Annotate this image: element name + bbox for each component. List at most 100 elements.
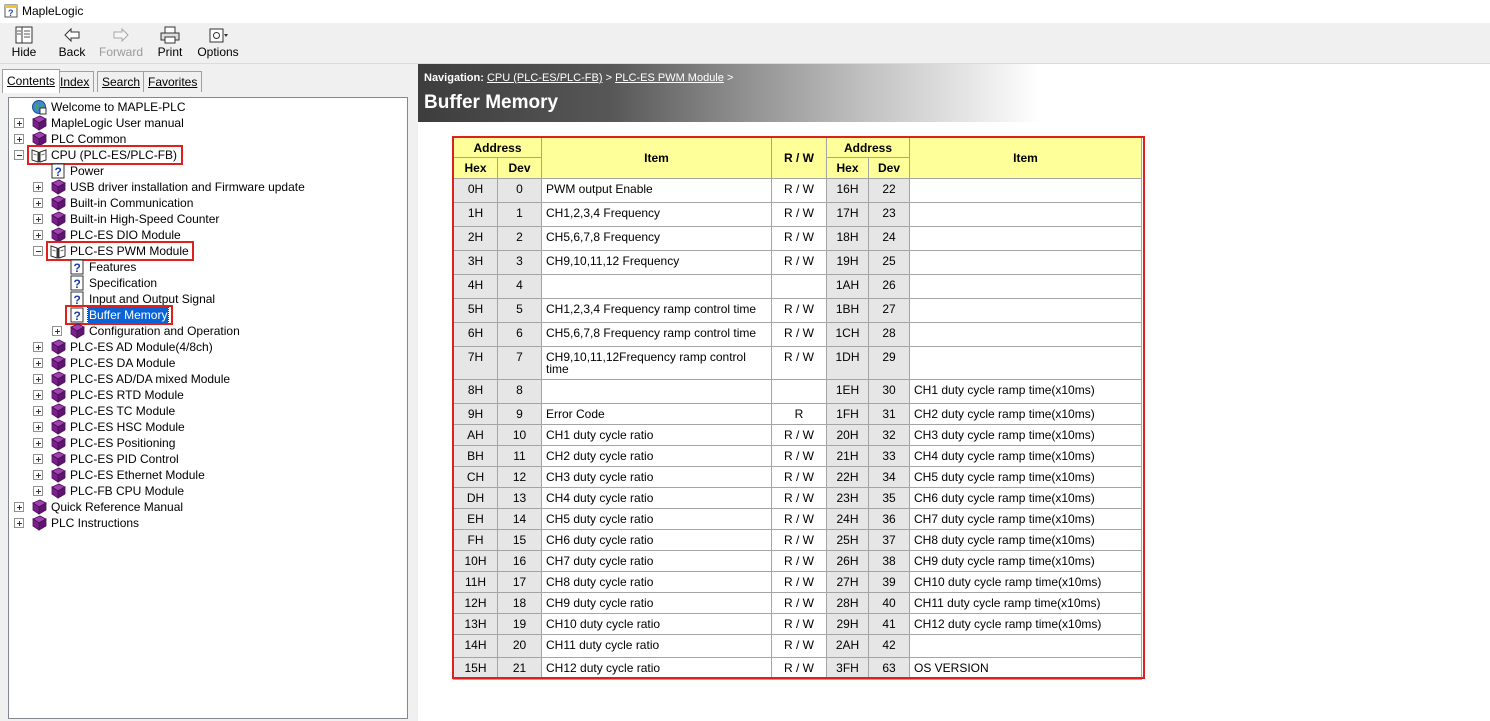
- tree-item-buffer-memory[interactable]: ? Buffer Memory: [9, 306, 405, 324]
- dev-cell: 38: [868, 550, 910, 572]
- hex-cell: 10H: [453, 550, 498, 572]
- tree-item-plc-es-ad-module-4-8ch[interactable]: PLC-ES AD Module(4/8ch): [9, 339, 405, 355]
- expand-plus-icon[interactable]: [33, 374, 43, 384]
- tree-item-label: Buffer Memory: [86, 306, 170, 324]
- dev-cell: 10: [497, 424, 542, 446]
- tree-item-plc-instructions[interactable]: PLC Instructions: [9, 515, 405, 531]
- book-icon: [31, 499, 47, 515]
- tree-item-plc-es-hsc-module[interactable]: PLC-ES HSC Module: [9, 419, 405, 435]
- pane-splitter[interactable]: [410, 64, 418, 721]
- expand-plus-icon[interactable]: [33, 230, 43, 240]
- tree-item-plc-common[interactable]: PLC Common: [9, 131, 405, 147]
- tree-item-plc-es-dio-module[interactable]: PLC-ES DIO Module: [9, 227, 405, 243]
- rw-cell: R / W: [771, 487, 827, 509]
- print-button[interactable]: Print: [146, 25, 194, 61]
- tree-item-plc-fb-cpu-module[interactable]: PLC-FB CPU Module: [9, 483, 405, 499]
- tree-item-quick-reference-manual[interactable]: Quick Reference Manual: [9, 499, 405, 515]
- hex-cell: 13H: [453, 613, 498, 635]
- expand-plus-icon[interactable]: [33, 422, 43, 432]
- hex-cell: 7H: [453, 346, 498, 380]
- expand-plus-icon[interactable]: [14, 502, 24, 512]
- hex-cell: DH: [453, 487, 498, 509]
- rw-cell: R / W: [771, 634, 827, 658]
- expand-plus-icon[interactable]: [33, 486, 43, 496]
- item-cell: CH7 duty cycle ramp time(x10ms): [909, 508, 1142, 530]
- tab-search[interactable]: Search: [97, 71, 146, 92]
- breadcrumb-link-cpu[interactable]: CPU (PLC-ES/PLC-FB): [487, 72, 603, 84]
- tree-item-plc-es-ethernet-module[interactable]: PLC-ES Ethernet Module: [9, 467, 405, 483]
- expand-plus-icon[interactable]: [33, 358, 43, 368]
- expand-plus-icon[interactable]: [33, 182, 43, 192]
- expand-plus-icon[interactable]: [14, 134, 24, 144]
- dev-cell: 12: [497, 466, 542, 488]
- expand-plus-icon[interactable]: [14, 518, 24, 528]
- dev-header: Dev: [868, 157, 910, 179]
- options-button[interactable]: Options: [194, 25, 242, 61]
- arrow-left-icon: [64, 27, 80, 43]
- tree-item-input-and-output-signal[interactable]: ? Input and Output Signal: [9, 291, 405, 307]
- dev-cell: 35: [868, 487, 910, 509]
- hex-cell: AH: [453, 424, 498, 446]
- svg-text:?: ?: [74, 261, 81, 275]
- tree-item-power[interactable]: ? Power: [9, 163, 405, 179]
- tree-item-built-in-communication[interactable]: Built-in Communication: [9, 195, 405, 211]
- hide-button[interactable]: Hide: [0, 25, 48, 61]
- tree-item-plc-es-pwm-module[interactable]: PLC-ES PWM Module: [9, 243, 405, 259]
- item-cell: CH1 duty cycle ramp time(x10ms): [909, 379, 1142, 404]
- hex-cell: 1DH: [826, 346, 869, 380]
- tree-item-plc-es-rtd-module[interactable]: PLC-ES RTD Module: [9, 387, 405, 403]
- tree-item-built-in-high-speed-counter[interactable]: Built-in High-Speed Counter: [9, 211, 405, 227]
- expand-plus-icon[interactable]: [33, 214, 43, 224]
- tree-item-cpu-plc-es-plc-fb[interactable]: CPU (PLC-ES/PLC-FB): [9, 147, 405, 163]
- contents-tree[interactable]: Welcome to MAPLE-PLC MapleLogic User manu…: [8, 97, 408, 719]
- tree-item-label: PLC-ES RTD Module: [70, 388, 184, 402]
- expand-plus-icon[interactable]: [33, 438, 43, 448]
- item-cell: [909, 298, 1142, 323]
- tree-item-label: PLC-ES AD/DA mixed Module: [70, 372, 231, 386]
- breadcrumb-link-pwm-module[interactable]: PLC-ES PWM Module: [615, 72, 724, 84]
- tree-item-label: Power: [70, 164, 105, 178]
- tab-favorites-label: Favorites: [148, 75, 198, 89]
- item-cell: CH5 duty cycle ramp time(x10ms): [909, 466, 1142, 488]
- dev-cell: 24: [868, 226, 910, 251]
- expand-plus-icon[interactable]: [33, 198, 43, 208]
- item-cell: OS VERSION: [909, 657, 1142, 680]
- tree-item-specification[interactable]: ? Specification: [9, 275, 405, 291]
- book-icon: [50, 371, 66, 387]
- expand-plus-icon[interactable]: [14, 118, 24, 128]
- tab-index[interactable]: Index: [55, 71, 95, 92]
- tree-item-usb-driver-installation-and-firmware-update[interactable]: USB driver installation and Firmware upd…: [9, 179, 405, 195]
- tab-favorites[interactable]: Favorites: [143, 71, 203, 92]
- tree-item-plc-es-tc-module[interactable]: PLC-ES TC Module: [9, 403, 405, 419]
- tree-item-maplelogic-user-manual[interactable]: MapleLogic User manual: [9, 115, 405, 131]
- dev-cell: 21: [497, 657, 542, 680]
- forward-button[interactable]: Forward: [97, 25, 145, 61]
- expand-plus-icon[interactable]: [52, 326, 62, 336]
- expand-plus-icon[interactable]: [33, 454, 43, 464]
- table-row: EH 14 CH5 duty cycle ratio R / W 24H 36 CH7 du…: [453, 508, 1142, 530]
- hex-cell: 21H: [826, 445, 869, 467]
- collapse-minus-icon[interactable]: [14, 150, 24, 160]
- expand-plus-icon[interactable]: [33, 470, 43, 480]
- breadcrumb: Navigation: CPU (PLC-ES/PLC-FB) > PLC-ES…: [424, 72, 733, 84]
- collapse-minus-icon[interactable]: [33, 246, 43, 256]
- expand-plus-icon[interactable]: [33, 406, 43, 416]
- dev-cell: 9: [497, 403, 542, 425]
- expand-plus-icon[interactable]: [33, 390, 43, 400]
- rw-cell: R / W: [771, 445, 827, 467]
- rw-cell: R / W: [771, 346, 827, 380]
- tree-item-plc-es-pid-control[interactable]: PLC-ES PID Control: [9, 451, 405, 467]
- tree-item-plc-es-positioning[interactable]: PLC-ES Positioning: [9, 435, 405, 451]
- hex-cell: 5H: [453, 298, 498, 323]
- item-cell: CH12 duty cycle ratio: [541, 657, 772, 680]
- expand-plus-icon[interactable]: [33, 342, 43, 352]
- tab-contents[interactable]: Contents: [2, 69, 61, 93]
- book-icon: [50, 339, 66, 355]
- hex-cell: 11H: [453, 571, 498, 593]
- tree-item-plc-es-da-module[interactable]: PLC-ES DA Module: [9, 355, 405, 371]
- tree-item-configuration-and-operation[interactable]: Configuration and Operation: [9, 323, 405, 339]
- tree-item-welcome-to-maple-plc[interactable]: Welcome to MAPLE-PLC: [9, 99, 405, 115]
- tree-item-plc-es-ad-da-mixed-module[interactable]: PLC-ES AD/DA mixed Module: [9, 371, 405, 387]
- tree-item-features[interactable]: ? Features: [9, 259, 405, 275]
- back-button[interactable]: Back: [48, 25, 96, 61]
